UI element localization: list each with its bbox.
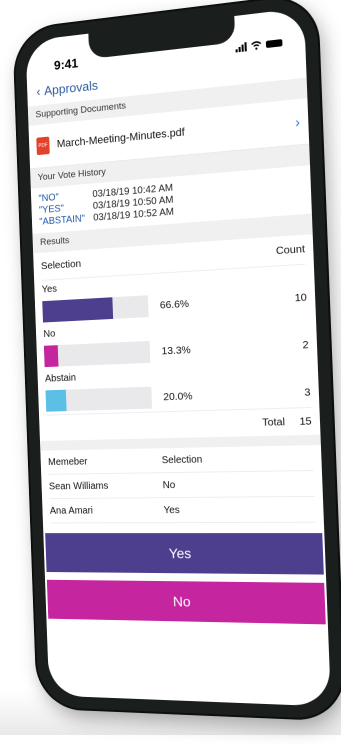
- members-table: Memeber Selection Sean Williams No Ana A…: [40, 445, 324, 524]
- result-count: 3: [304, 386, 311, 399]
- member-selection: No: [162, 479, 176, 491]
- device-stage: 9:41 ‹ Approvals Supporting Documents PD…: [0, 0, 341, 744]
- result-bar-track: [43, 340, 151, 368]
- result-percent: 20.0%: [163, 390, 193, 404]
- vote-yes-button[interactable]: Yes: [45, 533, 324, 575]
- approval-detail: Supporting Documents PDF March-Meeting-M…: [27, 77, 331, 707]
- status-time: 9:41: [53, 55, 79, 73]
- result-percent: 13.3%: [161, 344, 192, 358]
- result-count: 10: [294, 291, 308, 305]
- member-selection: Yes: [163, 504, 180, 516]
- vote-buttons: Yes No: [43, 533, 328, 625]
- signal-icon: [235, 42, 247, 53]
- result-count: 2: [302, 338, 309, 352]
- phone-screen: 9:41 ‹ Approvals Supporting Documents PD…: [25, 7, 332, 707]
- member-row: Sean Williams No: [48, 471, 315, 500]
- result-bar-fill: [43, 345, 59, 368]
- result-percent: 66.6%: [159, 297, 190, 312]
- member-name: Ana Amari: [49, 505, 94, 517]
- back-label: Approvals: [43, 77, 99, 98]
- results-table: Selection Count Yes 66.6% 10 No 13.3% 2 …: [33, 234, 320, 441]
- result-bar-track: [45, 386, 153, 412]
- battery-icon: [265, 39, 283, 49]
- total-value: 15: [299, 415, 312, 428]
- member-row: Ana Amari Yes: [49, 496, 316, 524]
- phone-frame: 9:41 ‹ Approvals Supporting Documents PD…: [14, 0, 341, 720]
- pdf-file-icon: PDF: [36, 136, 50, 156]
- members-header-selection: Selection: [161, 453, 203, 466]
- result-bar-track: [42, 295, 149, 323]
- wifi-icon: [251, 40, 263, 50]
- document-name: March-Meeting-Minutes.pdf: [56, 126, 185, 151]
- total-label: Total: [261, 415, 286, 429]
- members-header-member: Memeber: [47, 456, 88, 468]
- status-icons: [235, 38, 283, 53]
- results-header-selection: Selection: [40, 257, 82, 273]
- result-bar-fill: [45, 389, 67, 412]
- chevron-right-icon: ›: [294, 113, 301, 131]
- members-header: Memeber Selection: [47, 445, 314, 475]
- results-header-count: Count: [275, 242, 306, 258]
- vote-no-button[interactable]: No: [46, 579, 326, 625]
- result-bar-fill: [42, 297, 113, 323]
- member-name: Sean Williams: [48, 480, 109, 492]
- chevron-left-icon: ‹: [36, 83, 41, 99]
